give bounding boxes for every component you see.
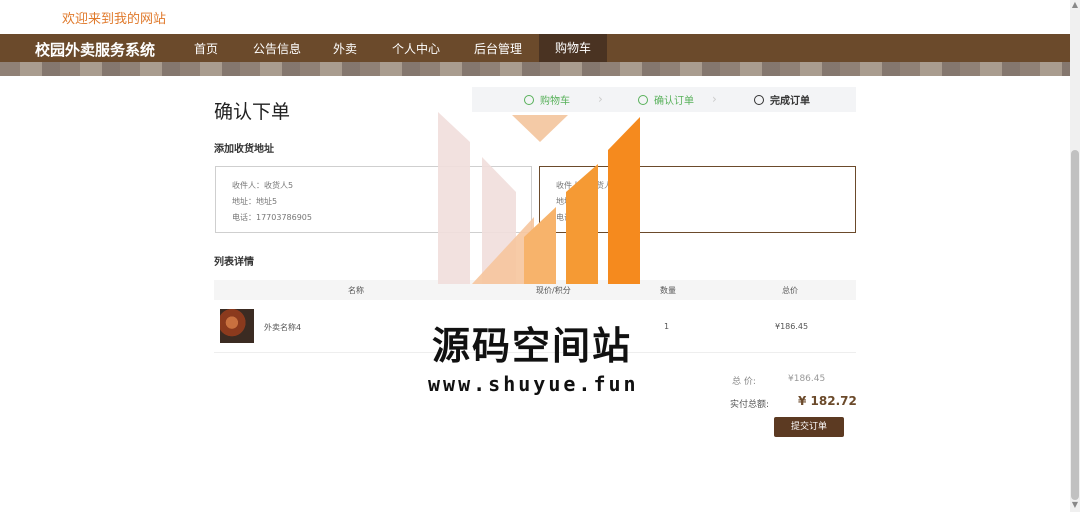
watermark-logo-icon	[438, 112, 640, 284]
order-steps: 购物车 › 确认订单 › 完成订单	[472, 87, 856, 112]
column-header-price: 现价/积分	[536, 286, 571, 295]
chevron-right-icon: ›	[712, 92, 717, 106]
step-label: 完成订单	[770, 96, 810, 107]
address-section-title: 添加收货地址	[214, 144, 274, 155]
banner-image-strip	[0, 62, 1070, 76]
watermark-url: www.shuyue.fun	[428, 372, 639, 396]
item-quantity: 1	[664, 322, 670, 331]
check-circle-icon	[524, 95, 534, 105]
total-price-value: ¥186.45	[788, 374, 826, 384]
step-cart: 购物车	[524, 92, 570, 107]
total-price-label: 总 价:	[732, 377, 756, 387]
page-title: 确认下单	[214, 101, 291, 123]
top-navbar: 校园外卖服务系统 首页 公告信息 外卖 个人中心 后台管理 购物车	[0, 34, 1070, 62]
address-recipient: 收件人：收货人5	[232, 181, 294, 190]
step-confirm: 确认订单	[638, 92, 694, 107]
circle-icon	[754, 95, 764, 105]
address-detail: 地址：地址5	[232, 197, 278, 206]
scroll-up-icon[interactable]: ▲	[1071, 0, 1079, 12]
item-total: ¥186.45	[775, 322, 809, 331]
nav-home[interactable]: 首页	[194, 40, 218, 57]
chevron-right-icon: ›	[598, 92, 603, 106]
site-brand[interactable]: 校园外卖服务系统	[35, 39, 155, 60]
column-header-quantity: 数量	[660, 286, 676, 295]
real-total-label: 实付总额:	[730, 400, 770, 410]
step-complete: 完成订单	[754, 92, 810, 107]
address-phone: 电话：17703786905	[232, 213, 312, 222]
food-thumbnail[interactable]	[220, 309, 254, 343]
column-header-total: 总价	[782, 286, 798, 295]
nav-announcements[interactable]: 公告信息	[253, 40, 301, 57]
step-label: 购物车	[540, 96, 570, 107]
nav-admin[interactable]: 后台管理	[474, 40, 522, 57]
nav-personal-center[interactable]: 个人中心	[392, 40, 440, 57]
real-total-value: ¥ 182.72	[798, 394, 857, 408]
welcome-text: 欢迎来到我的网站	[62, 12, 167, 27]
check-circle-icon	[638, 95, 648, 105]
nav-cart[interactable]: 购物车	[539, 34, 608, 62]
scroll-thumb[interactable]	[1071, 150, 1079, 500]
item-name: 外卖名称4	[264, 323, 302, 332]
submit-order-button[interactable]: 提交订单	[774, 417, 844, 437]
vertical-scrollbar[interactable]: ▲ ▼	[1070, 0, 1080, 512]
scroll-down-icon[interactable]: ▼	[1071, 500, 1079, 512]
watermark-text: 源码空间站	[432, 324, 633, 368]
list-section-title: 列表详情	[214, 257, 254, 268]
column-header-name: 名称	[348, 286, 364, 295]
nav-takeout[interactable]: 外卖	[333, 40, 357, 57]
step-label: 确认订单	[654, 96, 694, 107]
